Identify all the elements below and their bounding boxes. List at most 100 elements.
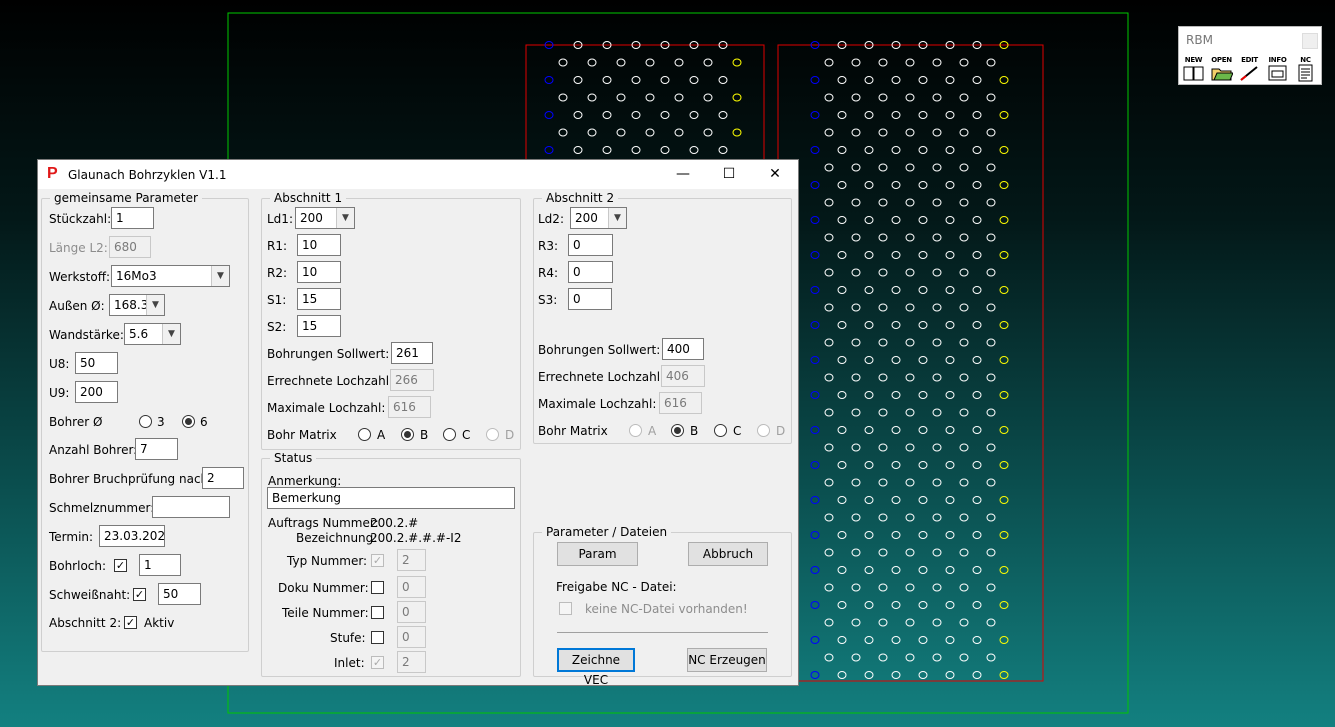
abbruch-button[interactable]: Abbruch <box>688 542 768 566</box>
wandstaerke-label: Wandstärke: <box>49 328 124 342</box>
drill-hole <box>891 426 901 434</box>
schmelznummer-input[interactable] <box>152 496 230 518</box>
bohrer-3-radio[interactable] <box>139 415 152 428</box>
a1-errechnet-input: 266 <box>390 369 434 391</box>
a1-maximal-label: Maximale Lochzahl: <box>267 401 386 415</box>
drill-hole <box>851 513 861 522</box>
drill-hole <box>837 146 847 154</box>
a2-matrix-a-label: A <box>648 424 657 438</box>
drill-hole <box>905 268 915 277</box>
drill-hole <box>918 671 928 679</box>
abschnitt1-legend: Abschnitt 1 <box>270 191 347 205</box>
drill-hole <box>959 618 969 627</box>
nc-erzeugen-button[interactable]: NC Erzeugen <box>687 648 767 672</box>
teile-nummer-checkbox[interactable] <box>371 606 384 619</box>
nc-document-icon <box>1298 64 1313 82</box>
s3-input[interactable]: 0 <box>568 288 612 310</box>
drill-hole <box>945 461 955 469</box>
param-button[interactable]: Param <box>557 542 638 566</box>
drill-hole <box>918 251 928 259</box>
drill-hole <box>837 356 847 364</box>
bohrloch-checkbox[interactable]: ✓ <box>114 559 127 572</box>
bohrloch-input[interactable]: 1 <box>139 554 181 576</box>
drill-hole <box>864 601 874 609</box>
drill-hole <box>932 58 942 67</box>
r3-input[interactable]: 0 <box>568 234 613 256</box>
drill-hole <box>972 391 982 399</box>
rbm-open-button[interactable]: OPEN <box>1209 56 1234 83</box>
drill-hole <box>999 461 1009 469</box>
drill-hole <box>864 496 874 504</box>
schweissnaht-input[interactable]: 50 <box>158 583 201 605</box>
a1-matrix-b-radio[interactable] <box>401 428 414 441</box>
rbm-edit-button[interactable]: EDIT <box>1237 56 1262 83</box>
bohrer-6-radio[interactable] <box>182 415 195 428</box>
doku-nummer-checkbox[interactable] <box>371 581 384 594</box>
u8-input[interactable]: 50 <box>75 352 118 374</box>
schweissnaht-checkbox[interactable]: ✓ <box>133 588 146 601</box>
stueckzahl-input[interactable]: 1 <box>111 207 154 229</box>
app-logo-icon: P <box>47 165 58 182</box>
drill-hole <box>918 461 928 469</box>
s1-input[interactable]: 15 <box>297 288 341 310</box>
termin-input[interactable]: 23.03.2026 <box>99 525 165 547</box>
drill-hole <box>959 93 969 102</box>
drill-hole <box>689 76 699 84</box>
wandstaerke-select[interactable]: 5.6 ▼ <box>124 323 181 345</box>
rbm-info-button[interactable]: INFO <box>1265 56 1290 83</box>
maximize-button[interactable]: ☐ <box>706 160 752 189</box>
a1-matrix-a-radio[interactable] <box>358 428 371 441</box>
aussen-select[interactable]: 168.3 ▼ <box>109 294 165 316</box>
anzahl-bohrer-input[interactable]: 7 <box>135 438 178 460</box>
a1-matrix-c-radio[interactable] <box>443 428 456 441</box>
u9-input[interactable]: 200 <box>75 381 118 403</box>
bruchpruefung-input[interactable]: 2 <box>202 467 244 489</box>
rbm-nc-button[interactable]: NC <box>1293 56 1318 83</box>
drill-hole <box>837 566 847 574</box>
a2-matrix-d-label: D <box>776 424 786 438</box>
ld1-label: Ld1: <box>267 212 293 226</box>
drill-hole <box>837 531 847 539</box>
title-bar[interactable]: P Glaunach Bohrzyklen V1.1 — ☐ ✕ <box>38 160 798 189</box>
r1-input[interactable]: 10 <box>297 234 341 256</box>
minimize-button[interactable]: — <box>660 160 706 189</box>
inlet-input: 2 <box>397 651 426 673</box>
drill-hole <box>810 356 820 364</box>
s2-input[interactable]: 15 <box>297 315 341 337</box>
abschnitt2-checkbox[interactable]: ✓ <box>124 616 137 629</box>
drill-hole <box>824 303 834 312</box>
r4-input[interactable]: 0 <box>568 261 613 283</box>
a2-sollwert-label: Bohrungen Sollwert: <box>538 343 661 357</box>
ld1-select[interactable]: 200 ▼ <box>295 207 355 229</box>
a2-sollwert-input[interactable]: 400 <box>662 338 704 360</box>
drill-hole <box>689 111 699 119</box>
werkstoff-select[interactable]: 16Mo3 ▼ <box>111 265 230 287</box>
drill-hole <box>864 391 874 399</box>
drill-hole <box>810 531 820 539</box>
drill-hole <box>905 233 915 242</box>
drill-hole <box>851 478 861 487</box>
r2-input[interactable]: 10 <box>297 261 341 283</box>
drill-hole <box>986 618 996 627</box>
zeichne-vec-button[interactable]: Zeichne VEC <box>557 648 635 687</box>
drill-hole <box>810 286 820 294</box>
ld2-value: 200 <box>575 211 598 225</box>
rbm-new-button[interactable]: NEW <box>1181 56 1206 83</box>
ld2-select[interactable]: 200 ▼ <box>570 207 627 229</box>
a1-sollwert-input[interactable]: 261 <box>391 342 433 364</box>
separator <box>557 632 768 633</box>
drill-hole <box>891 671 901 679</box>
rbm-toolbar: RBM NEW OPEN EDIT INFO NC <box>1178 26 1322 85</box>
anmerkung-input[interactable]: Bemerkung <box>267 487 515 509</box>
a2-matrix-b-radio[interactable] <box>671 424 684 437</box>
drill-hole <box>932 93 942 102</box>
close-button[interactable]: ✕ <box>752 160 798 189</box>
drill-hole <box>878 303 888 312</box>
a2-matrix-c-radio[interactable] <box>714 424 727 437</box>
drill-hole <box>972 321 982 329</box>
freigabe-nc-label: Freigabe NC - Datei: <box>556 580 677 594</box>
drill-hole <box>972 671 982 679</box>
rbm-close-button[interactable] <box>1302 33 1318 49</box>
drill-hole <box>959 58 969 67</box>
stufe-checkbox[interactable] <box>371 631 384 644</box>
